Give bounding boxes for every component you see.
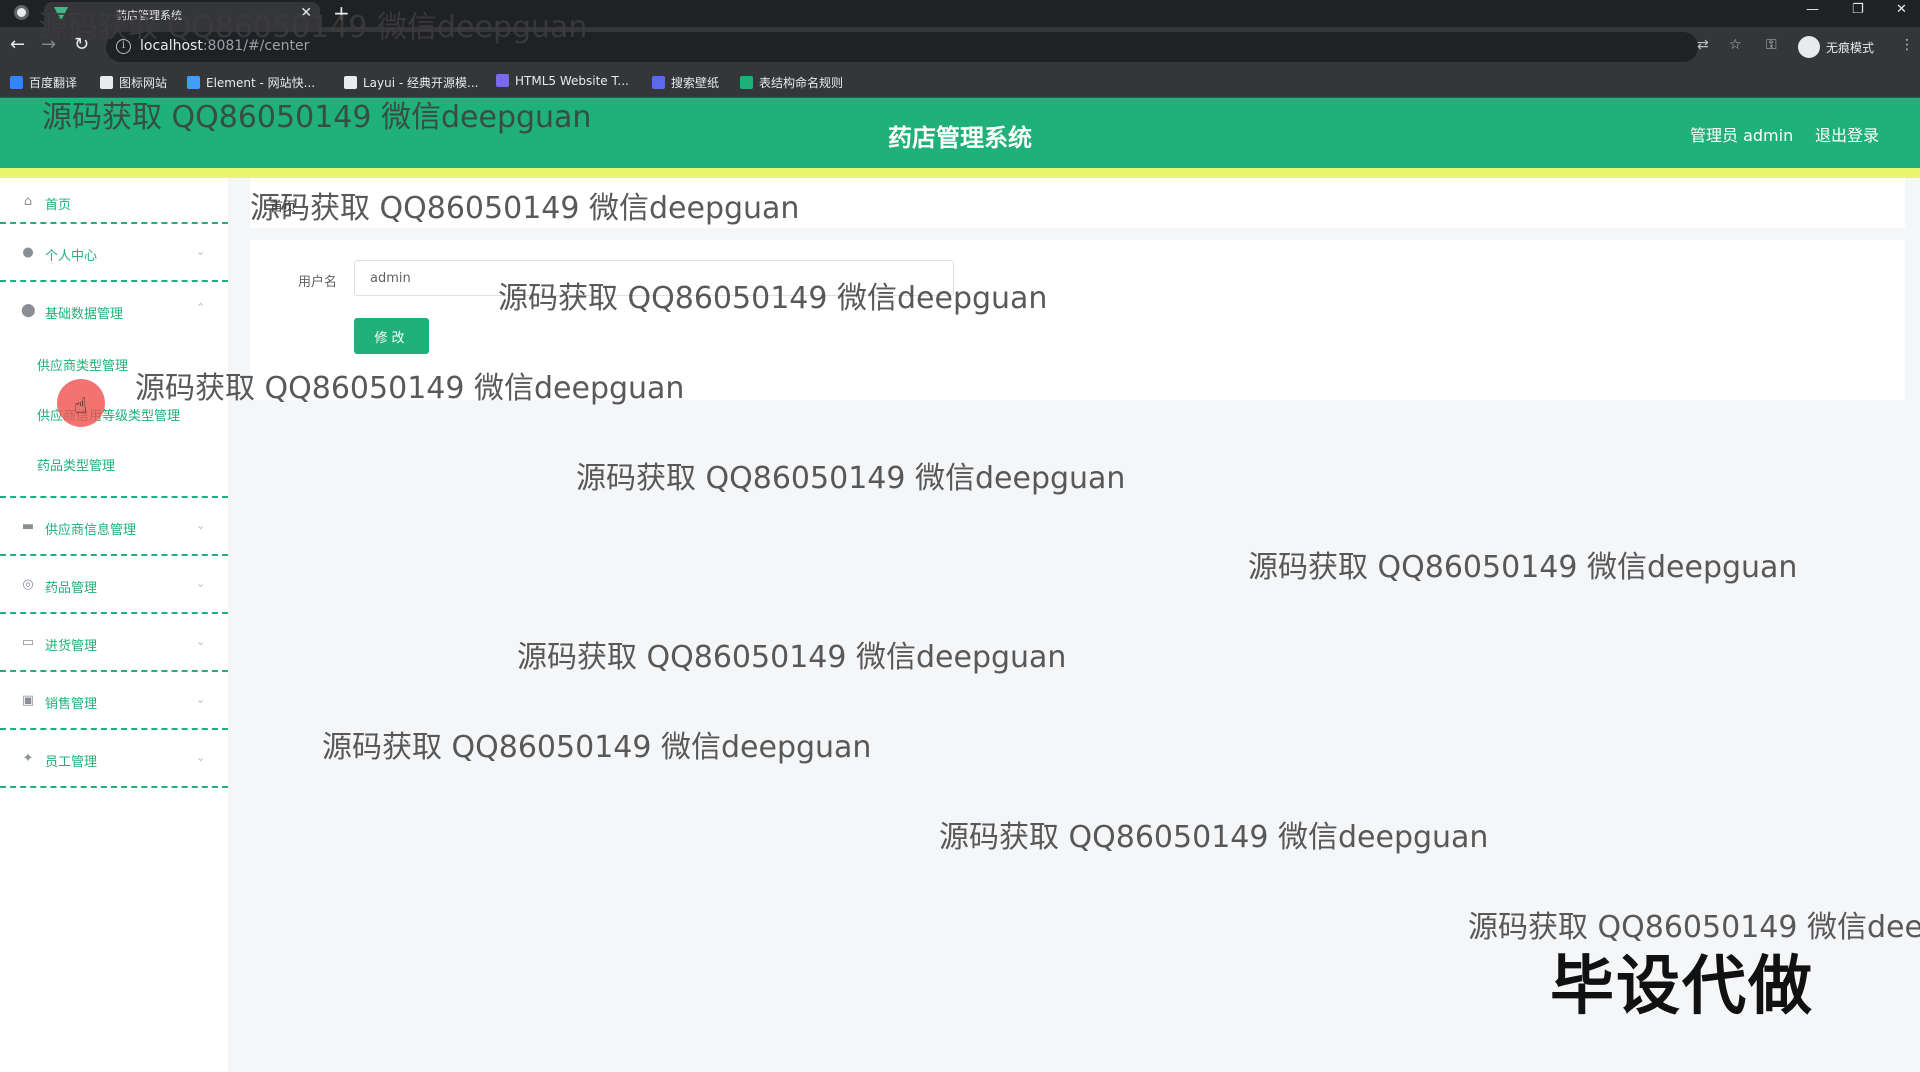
hand-cursor-icon: ☝	[74, 394, 88, 419]
bookmark-item[interactable]: 表结构命名规则	[740, 74, 843, 91]
bookmark-item[interactable]: 百度翻译	[10, 74, 77, 91]
sidebar-item-staff[interactable]: ✦ 员工管理 ⌄	[0, 730, 228, 788]
sidebar-item-sales[interactable]: ▣ 销售管理 ⌄	[0, 672, 228, 730]
sidebar-item-label: 销售管理	[45, 697, 98, 712]
sidebar-item-label: 药品管理	[45, 581, 98, 596]
sidebar-item-purchase[interactable]: ▭ 进货管理 ⌄	[0, 614, 228, 672]
watermark-text: 源码获取 QQ86050149 微信deepguan	[322, 730, 872, 765]
incognito-icon[interactable]	[1798, 36, 1820, 58]
team-icon: ✦	[22, 751, 34, 766]
sidebar-item-label: 员工管理	[45, 755, 98, 770]
location-icon: ⬤	[21, 303, 36, 318]
document-icon: ▬	[21, 519, 35, 534]
sidebar: ⌂ 首页 ● 个人中心 ⌄ ⬤ 基础数据管理 ⌃ 供应商类型管理 供应商信用等级…	[0, 178, 228, 1072]
chevron-down-icon: ⌄	[196, 245, 206, 258]
submenu-supplier-type[interactable]: 供应商类型管理	[37, 355, 128, 374]
chevron-down-icon: ⌄	[196, 577, 206, 590]
bookmark-item[interactable]: Layui - 经典开源模...	[344, 74, 478, 91]
watermark-text: 源码获取 QQ86050149 微信deepguan	[42, 100, 592, 135]
watermark-text: 源码获取 QQ86050149 微信deepguan	[498, 281, 1048, 316]
bookmark-star-icon[interactable]: ☆	[1729, 37, 1742, 53]
submit-button[interactable]: 修改	[354, 318, 429, 354]
watermark-text: 源码获取 QQ86050149 微信deepguan	[135, 371, 685, 406]
layui-icon	[344, 76, 357, 89]
chevron-down-icon: ⌄	[196, 519, 206, 532]
watermark-text: 源码获取 QQ86050149 微信deepguan	[38, 10, 588, 45]
watermark-text: 源码获取 QQ86050149 微信deepguan	[576, 461, 1126, 496]
sidebar-item-drug[interactable]: ◎ 药品管理 ⌄	[0, 556, 228, 614]
wallpaper-icon	[652, 76, 665, 89]
sidebar-item-label: 基础数据管理	[45, 307, 124, 322]
chevron-down-icon: ⌄	[196, 635, 206, 648]
watermark-text: 源码获取 QQ86050149 微信deepguan	[939, 820, 1489, 855]
sidebar-item-label: 首页	[45, 198, 72, 213]
home-icon: ⌂	[23, 194, 33, 209]
menu-kebab-icon[interactable]: ⋮	[1900, 37, 1914, 53]
flag-icon	[100, 76, 113, 89]
sidebar-item-label: 供应商信息管理	[45, 523, 137, 538]
bookmark-item[interactable]: 搜索壁纸	[652, 74, 719, 91]
html5-icon	[496, 74, 509, 87]
chrome-icon	[14, 5, 29, 20]
sidebar-item-home[interactable]: ⌂ 首页	[0, 178, 228, 224]
watermark-text: 源码获取 QQ86050149 微信deepguan	[517, 640, 1067, 675]
chevron-down-icon: ⌄	[196, 751, 206, 764]
screen: 药店管理系统 ✕ + — ❐ ✕ ← → ↻ i localhost:8081/…	[0, 0, 1920, 1072]
bookmark-item[interactable]: Element - 网站快...	[187, 74, 315, 91]
element-icon	[187, 76, 200, 89]
sidebar-item-label: 进货管理	[45, 639, 98, 654]
chat-icon: ▭	[21, 635, 35, 650]
bookmark-item[interactable]: HTML5 Website T...	[496, 74, 629, 88]
translate-icon	[10, 76, 23, 89]
username-label: 用户名	[298, 275, 338, 290]
sidebar-item-supplier[interactable]: ▬ 供应商信息管理 ⌄	[0, 498, 228, 556]
header-accent-bar	[0, 168, 1920, 178]
bookmark-item[interactable]: 图标网站	[100, 74, 167, 91]
back-icon[interactable]: ←	[10, 34, 25, 55]
chevron-up-icon: ⌃	[196, 301, 206, 314]
sidebar-item-label: 个人中心	[45, 249, 98, 264]
watermark-text: 源码获取 QQ86050149 微信deepguan	[1248, 550, 1798, 585]
chevron-down-icon: ⌄	[196, 693, 206, 706]
restore-icon[interactable]: ❐	[1852, 2, 1864, 17]
admin-label: 管理员 admin	[1690, 126, 1794, 145]
submenu-drug-type[interactable]: 药品类型管理	[37, 455, 115, 474]
calendar-icon: ▣	[21, 693, 35, 708]
sidebar-item-personal[interactable]: ● 个人中心 ⌄	[0, 224, 228, 282]
key-icon[interactable]: ⚿	[1766, 37, 1777, 53]
incognito-label: 无痕模式	[1826, 41, 1875, 55]
watermark-text: 源码获取 QQ86050149 微信deepguan	[250, 191, 800, 226]
table-icon	[740, 76, 753, 89]
minimize-icon[interactable]: —	[1806, 2, 1819, 17]
logout-link[interactable]: 退出登录	[1815, 122, 1879, 146]
user-icon: ●	[22, 245, 34, 260]
close-window-icon[interactable]: ✕	[1896, 2, 1907, 17]
globe-icon: ◎	[22, 577, 34, 592]
watermark-big-text: 毕设代做	[1550, 950, 1814, 1024]
translate-icon[interactable]: ⇄	[1697, 37, 1709, 53]
